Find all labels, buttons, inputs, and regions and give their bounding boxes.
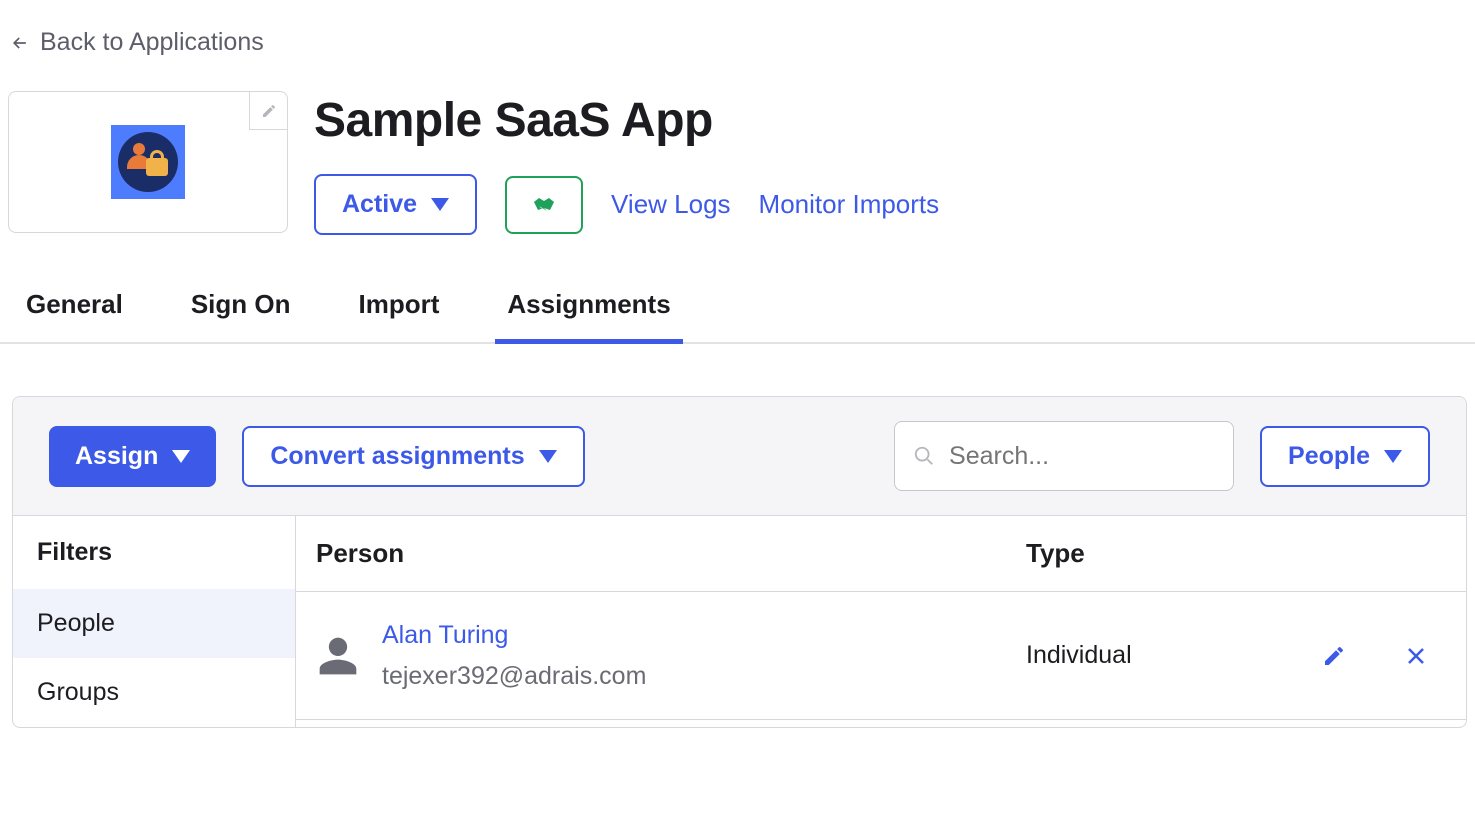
assign-label: Assign xyxy=(75,442,158,471)
edit-assignment-button[interactable] xyxy=(1322,644,1346,668)
edit-logo-button[interactable] xyxy=(249,92,287,130)
caret-down-icon xyxy=(1384,450,1402,463)
tab-import[interactable]: Import xyxy=(359,289,440,342)
filters-header: Filters xyxy=(13,516,295,589)
handshake-button[interactable] xyxy=(505,176,583,234)
caret-down-icon xyxy=(172,450,190,463)
person-silhouette-icon xyxy=(316,632,360,680)
status-label: Active xyxy=(342,190,417,219)
convert-assignments-button[interactable]: Convert assignments xyxy=(242,426,584,487)
person-email: tejexer392@adrais.com xyxy=(382,662,646,691)
tab-general[interactable]: General xyxy=(26,289,123,342)
assignment-type: Individual xyxy=(1026,641,1256,670)
back-link-label: Back to Applications xyxy=(40,28,264,57)
scope-dropdown[interactable]: People xyxy=(1260,426,1430,487)
assignments-toolbar: Assign Convert assignments People xyxy=(13,397,1466,516)
tabs: General Sign On Import Assignments xyxy=(0,235,1475,344)
handshake-icon xyxy=(529,194,559,216)
table-row: Alan Turing tejexer392@adrais.com Indivi… xyxy=(296,592,1466,720)
status-dropdown[interactable]: Active xyxy=(314,174,477,235)
assignments-table: Person Type Alan Turing tejexer392@adrai… xyxy=(296,516,1466,727)
app-title: Sample SaaS App xyxy=(314,93,1475,148)
column-header-type: Type xyxy=(1026,538,1446,569)
filter-people[interactable]: People xyxy=(13,589,295,658)
person-name-link[interactable]: Alan Turing xyxy=(382,621,646,650)
remove-assignment-button[interactable] xyxy=(1404,644,1428,668)
search-input[interactable] xyxy=(949,442,1215,471)
search-icon xyxy=(913,445,935,467)
tab-assignments[interactable]: Assignments xyxy=(507,289,670,342)
filters-sidebar: Filters People Groups xyxy=(13,516,296,727)
assign-button[interactable]: Assign xyxy=(49,426,216,487)
scope-label: People xyxy=(1288,442,1370,471)
app-logo-card xyxy=(8,91,288,233)
convert-label: Convert assignments xyxy=(270,442,524,471)
view-logs-link[interactable]: View Logs xyxy=(611,189,731,220)
search-box[interactable] xyxy=(894,421,1234,491)
pencil-icon xyxy=(261,103,277,119)
filter-groups[interactable]: Groups xyxy=(13,658,295,727)
column-header-person: Person xyxy=(316,538,1026,569)
monitor-imports-link[interactable]: Monitor Imports xyxy=(759,189,940,220)
app-logo-icon xyxy=(111,125,185,199)
arrow-left-icon xyxy=(10,33,30,53)
assignments-panel: Assign Convert assignments People Filter… xyxy=(12,396,1467,728)
tab-sign-on[interactable]: Sign On xyxy=(191,289,291,342)
caret-down-icon xyxy=(431,198,449,211)
caret-down-icon xyxy=(539,450,557,463)
back-to-applications-link[interactable]: Back to Applications xyxy=(0,0,1475,57)
